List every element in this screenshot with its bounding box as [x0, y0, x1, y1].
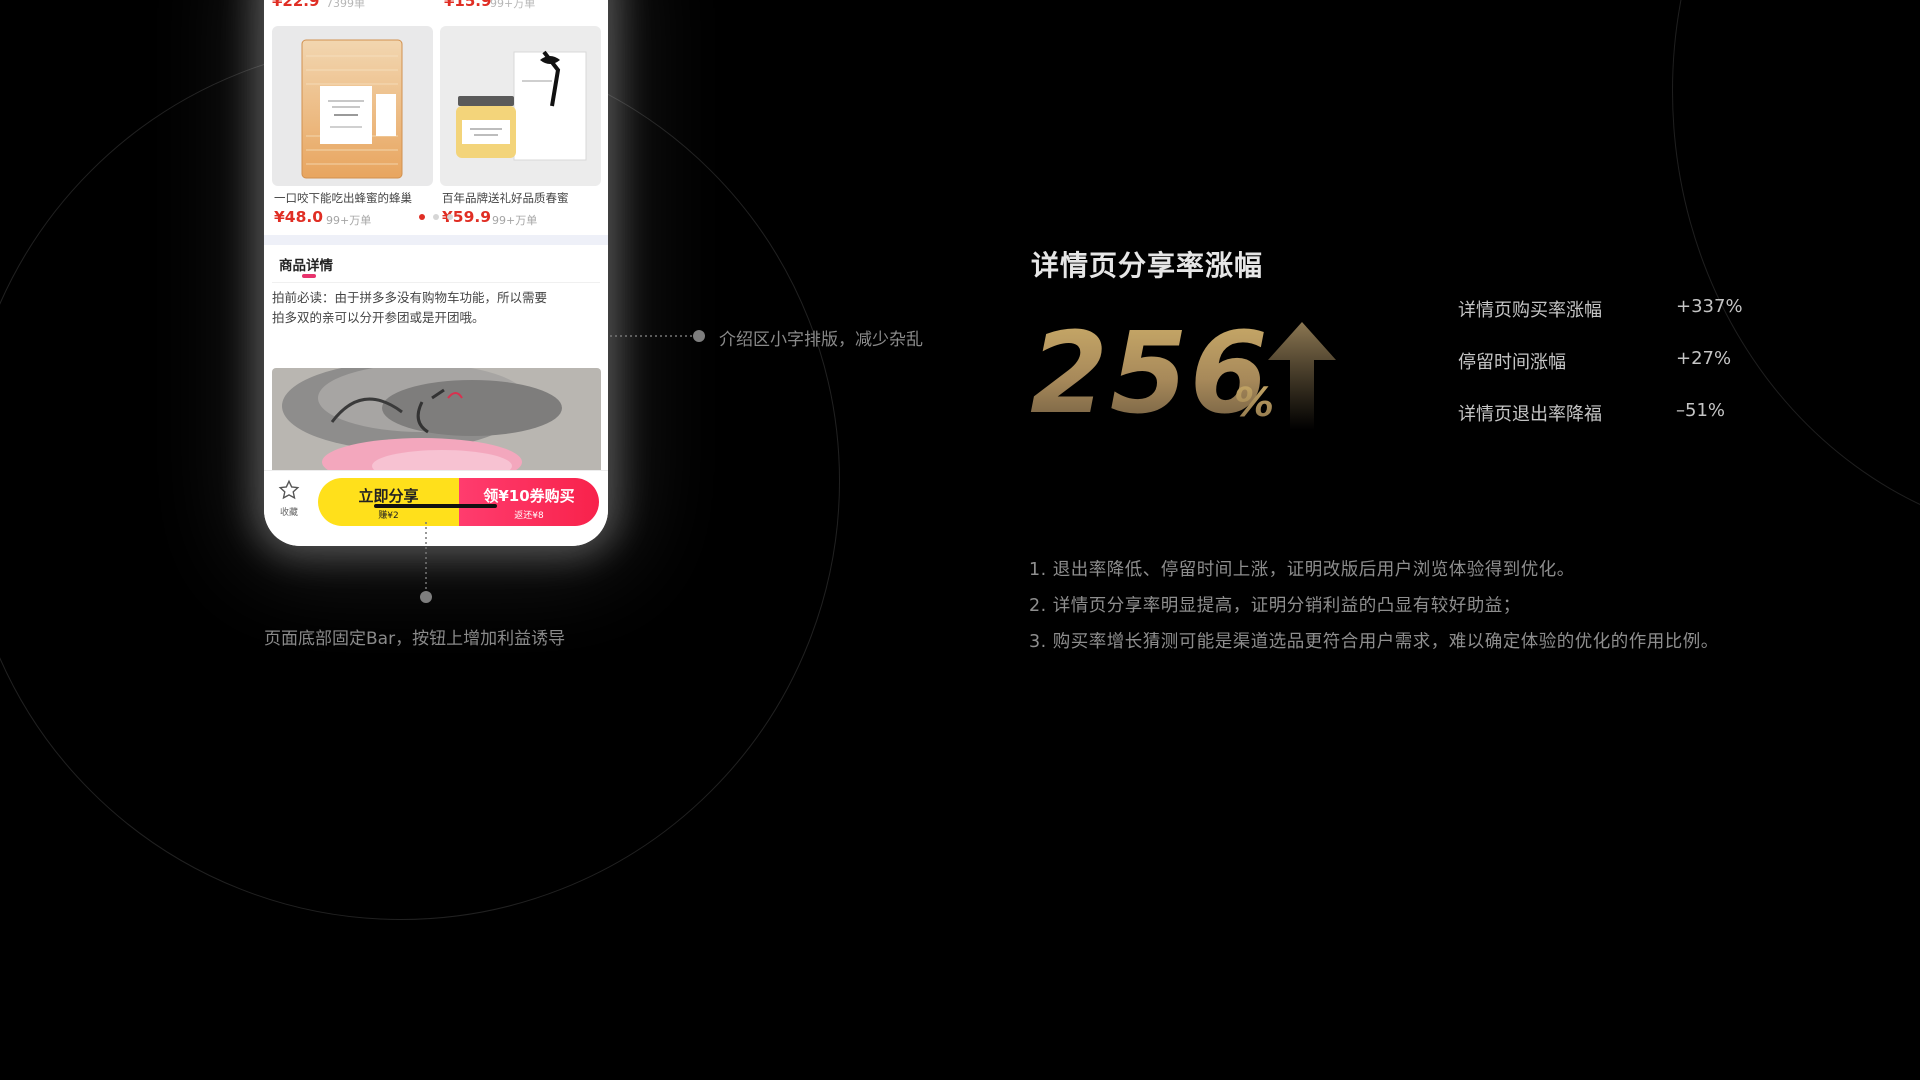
- product-price: ¥48.0: [274, 208, 324, 226]
- annotation-dot: [420, 591, 432, 603]
- decorative-circle-right: [1672, 0, 1920, 542]
- carousel-dot[interactable]: [447, 214, 453, 220]
- conclusion-note: 3. 购买率增长猜测可能是渠道选品更符合用户需求，难以确定体验的优化的作用比例。: [1029, 632, 1719, 652]
- favorite-label: 收藏: [279, 508, 298, 518]
- home-indicator: [374, 504, 497, 508]
- carousel-pagination[interactable]: [419, 214, 453, 220]
- section-title-underline: [302, 274, 316, 278]
- product-description: 拍前必读：由于拼多多没有购物车功能，所以需要 拍多双的亲可以分开参团或是开团哦。: [272, 288, 602, 328]
- product-price: ¥22.9: [272, 0, 320, 10]
- buy-button-sublabel: 返还¥8: [514, 511, 544, 521]
- detail-image-slippers: [272, 368, 601, 472]
- share-button-sublabel: 赚¥2: [378, 511, 399, 521]
- product-card[interactable]: 百年品牌送礼好品质春蜜 ¥59.9 99+万单: [440, 26, 601, 236]
- description-line: 拍多双的亲可以分开参团或是开团哦。: [272, 310, 485, 325]
- product-image-honey-jar[interactable]: [440, 26, 601, 186]
- share-now-button[interactable]: 立即分享 赚¥2: [318, 478, 459, 526]
- section-divider: [264, 235, 608, 245]
- annotation-intro-text: 介绍区小字排版，减少杂乱: [719, 330, 923, 350]
- phone-mockup: ¥22.9 7399单 ¥15.9 99+万单 一口咬下能吃出蜂蜜的蜂巢 ¥48…: [264, 0, 608, 546]
- conclusion-note: 2. 详情页分享率明显提高，证明分销利益的凸显有较好助益；: [1029, 596, 1521, 616]
- favorite-button[interactable]: 收藏: [276, 479, 302, 518]
- annotation-leader-line: [425, 522, 427, 592]
- section-title: 商品详情: [279, 258, 333, 274]
- annotation-dot: [693, 330, 705, 342]
- product-sold-count: 99+万单: [326, 214, 372, 227]
- product-image-honeycomb[interactable]: [272, 26, 433, 186]
- buy-button-label: 领¥10券购买: [483, 487, 575, 505]
- presentation-slide: ¥22.9 7399单 ¥15.9 99+万单 一口咬下能吃出蜂蜜的蜂巢 ¥48…: [0, 0, 1920, 1080]
- annotation-bottom-text: 页面底部固定Bar，按钮上增加利益诱导: [264, 629, 566, 649]
- product-sold-count: 99+万单: [492, 214, 538, 227]
- product-title[interactable]: 一口咬下能吃出蜂蜜的蜂巢: [274, 190, 434, 206]
- divider: [272, 282, 600, 283]
- description-line: 拍前必读：由于拼多多没有购物车功能，所以需要: [272, 290, 548, 305]
- share-button-label: 立即分享: [358, 487, 419, 505]
- product-sold-count: 7399单: [326, 0, 365, 10]
- carousel-dot[interactable]: [433, 214, 439, 220]
- stat-value-exit-rate: –51%: [1676, 400, 1726, 421]
- stat-label-exit-rate: 详情页退出率降福: [1458, 404, 1602, 425]
- metric-title: 详情页分享率涨幅: [1031, 249, 1264, 282]
- stat-value-purchase-rate: +337%: [1676, 296, 1743, 317]
- annotation-leader-line: [610, 335, 696, 337]
- product-title[interactable]: 百年品牌送礼好品质春蜜: [442, 190, 602, 206]
- conclusion-note: 1. 退出率降低、停留时间上涨，证明改版后用户浏览体验得到优化。: [1029, 560, 1575, 580]
- bottom-action-bar: 收藏 立即分享 赚¥2 领¥10券购买 返还¥8: [264, 470, 608, 546]
- product-card[interactable]: 一口咬下能吃出蜂蜜的蜂巢 ¥48.0 99+万单: [272, 26, 433, 236]
- coupon-buy-button[interactable]: 领¥10券购买 返还¥8: [459, 478, 599, 526]
- product-price: ¥15.9: [444, 0, 492, 10]
- stat-label-purchase-rate: 详情页购买率涨幅: [1458, 300, 1602, 321]
- stat-value-dwell-time: +27%: [1676, 348, 1732, 369]
- product-row-top: ¥22.9 7399单 ¥15.9 99+万单: [264, 0, 608, 10]
- product-sold-count: 99+万单: [490, 0, 536, 10]
- carousel-dot[interactable]: [419, 214, 425, 220]
- star-icon: [278, 479, 300, 500]
- stat-label-dwell-time: 停留时间涨幅: [1458, 352, 1566, 373]
- up-arrow-icon: [1268, 322, 1336, 430]
